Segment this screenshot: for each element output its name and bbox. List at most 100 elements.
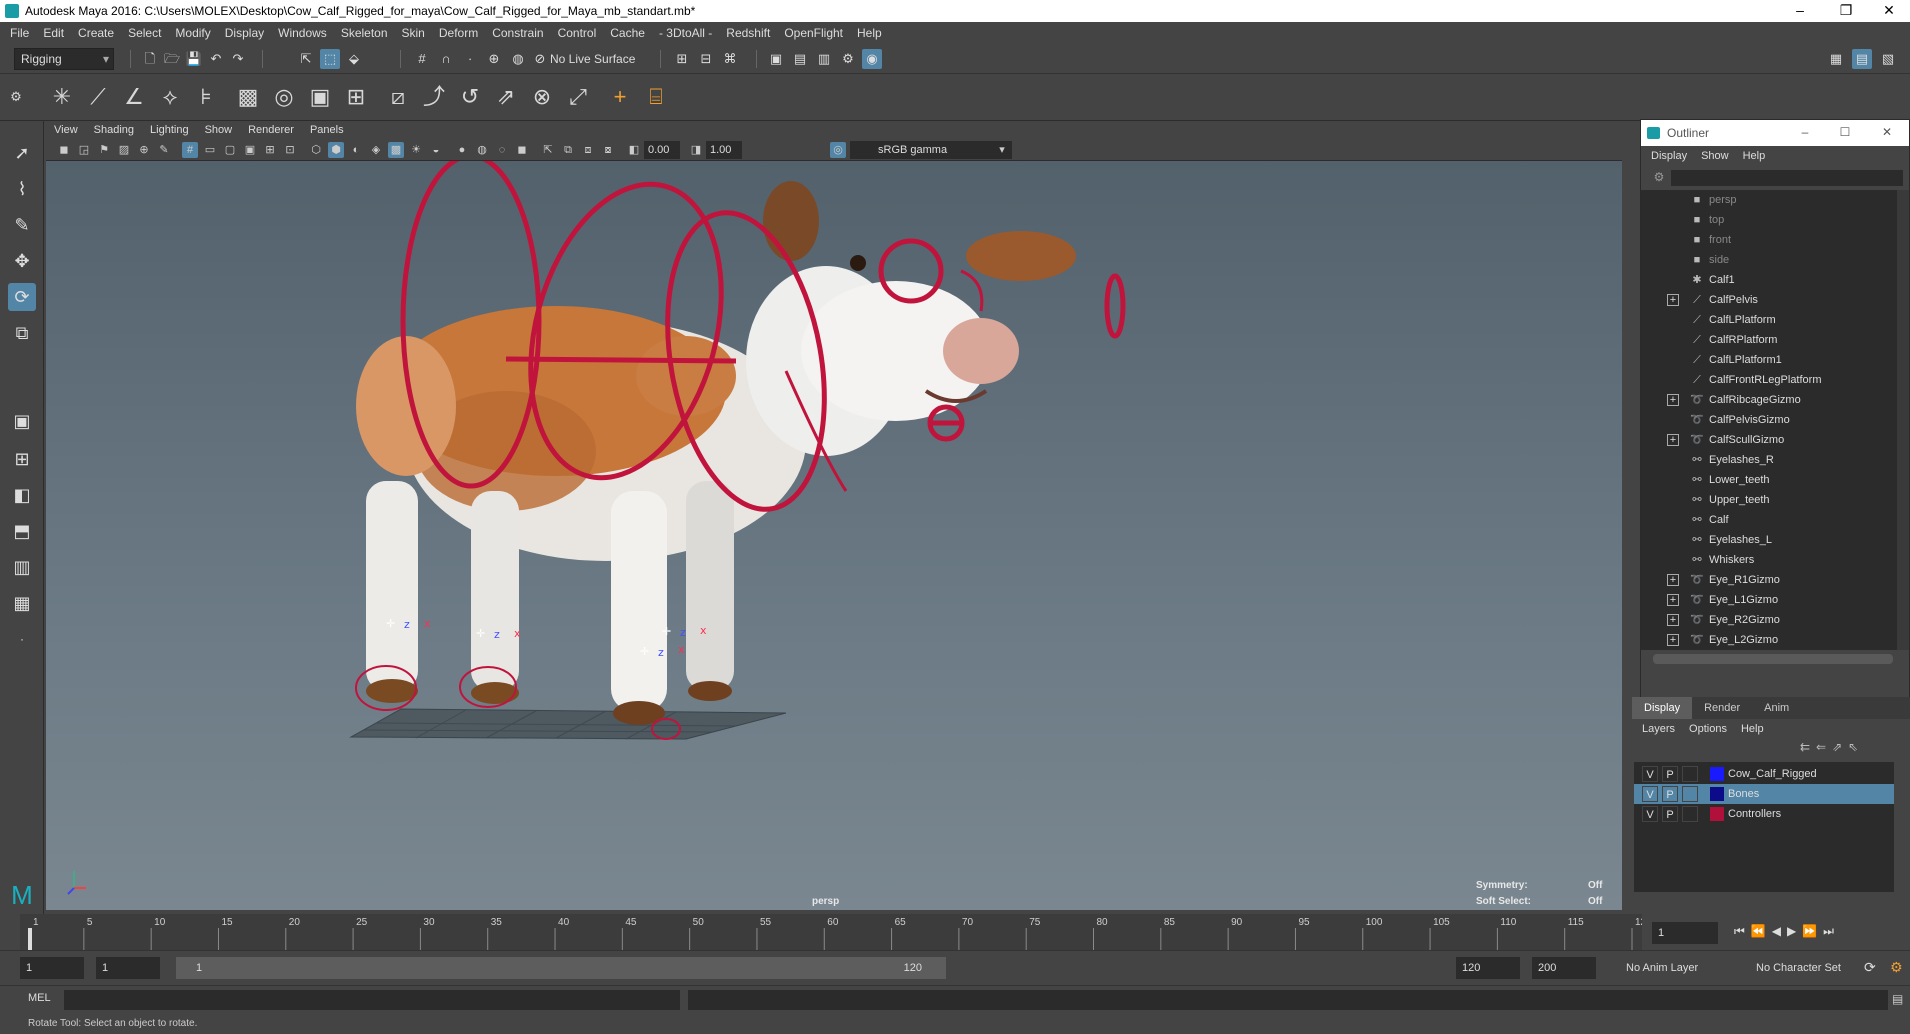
menu-create[interactable]: Create xyxy=(78,26,114,40)
2d-pan-zoom-icon[interactable]: ⊕ xyxy=(136,142,152,158)
menu-cache[interactable]: Cache xyxy=(610,26,645,40)
outliner-horizontal-scrollbar[interactable] xyxy=(1653,654,1893,664)
anti-aliasing-icon[interactable]: ◌ xyxy=(494,142,510,158)
animation-start-field[interactable]: 1 xyxy=(20,957,84,979)
dropdown-arrow-icon[interactable]: ▾ xyxy=(994,142,1010,158)
color-management-icon[interactable]: ◎ xyxy=(830,142,846,158)
outliner-item[interactable]: ⟋ CalfLPlatform xyxy=(1641,310,1897,330)
layer-display-type-toggle[interactable] xyxy=(1682,806,1698,822)
outliner-item[interactable]: ■ persp xyxy=(1641,190,1897,210)
live-surface-field[interactable]: No Live Surface xyxy=(550,49,646,69)
layer-row[interactable]: V P Cow_Calf_Rigged xyxy=(1634,764,1894,784)
ik-handle-icon[interactable]: ∠ xyxy=(118,81,150,113)
range-slider[interactable]: 1 120 xyxy=(176,957,946,979)
exposure-field[interactable]: 0.00 xyxy=(644,141,680,159)
playback-end-field[interactable]: 120 xyxy=(1456,957,1520,979)
menu-constrain[interactable]: Constrain xyxy=(492,26,543,40)
grid-toggle-icon[interactable]: # xyxy=(182,142,198,158)
gamma-icon[interactable]: ◨ xyxy=(688,142,704,158)
single-perspective-layout-icon[interactable]: ▣ xyxy=(8,407,36,435)
smooth-shade-icon[interactable]: ⬢ xyxy=(328,142,344,158)
image-plane-icon[interactable]: ▨ xyxy=(116,142,132,158)
layer-action-icons[interactable]: ⇇⇐⇗⇖ xyxy=(1800,740,1900,758)
bookmark-icon[interactable]: ⚑ xyxy=(96,142,112,158)
persp-graph-layout-icon[interactable]: ⬒ xyxy=(8,517,36,545)
layer-display-type-toggle[interactable] xyxy=(1682,786,1698,802)
gamma-field[interactable]: 1.00 xyxy=(706,141,742,159)
hypershade-icon[interactable]: ◉ xyxy=(862,49,882,69)
minimize-button[interactable]: – xyxy=(1777,0,1823,22)
layer-color-swatch[interactable] xyxy=(1710,787,1724,801)
outliner-item[interactable]: ■ top xyxy=(1641,210,1897,230)
new-scene-icon[interactable]: 🗋 xyxy=(140,49,160,69)
default-material-icon[interactable]: ◐ xyxy=(348,142,364,158)
filter-icon[interactable]: ⚙ xyxy=(1651,170,1667,186)
paint-weights-icon[interactable]: ⧄ xyxy=(382,81,414,113)
layer-menu-help[interactable]: Help xyxy=(1741,723,1764,735)
save-scene-icon[interactable]: 💾 xyxy=(184,49,204,69)
history-toggle-icon[interactable]: ⌘ xyxy=(720,49,740,69)
make-live-icon[interactable]: ⊘ xyxy=(530,49,550,69)
animation-end-field[interactable]: 200 xyxy=(1532,957,1596,979)
menu-windows[interactable]: Windows xyxy=(278,26,327,40)
sculpt-deformer-icon[interactable]: ⊞ xyxy=(340,81,372,113)
xray-icon[interactable]: ⧉ xyxy=(560,142,576,158)
exposure-icon[interactable]: ◧ xyxy=(626,142,642,158)
persp-outliner-layout-icon[interactable]: ▥ xyxy=(8,553,36,581)
camera-attributes-icon[interactable]: ◲ xyxy=(76,142,92,158)
panel-menu-lighting[interactable]: Lighting xyxy=(150,124,189,136)
mel-label[interactable]: MEL xyxy=(28,992,51,1004)
menu-openflight[interactable]: OpenFlight xyxy=(784,26,843,40)
scale-tool-icon[interactable]: ⧉ xyxy=(8,319,36,347)
workspace-icon[interactable]: ▦ xyxy=(1826,49,1846,69)
four-view-layout-icon[interactable]: ⊞ xyxy=(8,445,36,473)
view-transform-dropdown[interactable]: sRGB gamma xyxy=(850,141,1012,159)
script-editor-icon[interactable]: ▤ xyxy=(1892,992,1903,1006)
layer-color-swatch[interactable] xyxy=(1710,767,1724,781)
outliner-vertical-scrollbar[interactable] xyxy=(1897,190,1909,650)
menu-deform[interactable]: Deform xyxy=(439,26,478,40)
layer-visibility-toggle[interactable]: V xyxy=(1642,766,1658,782)
bind-skin-icon[interactable]: ⊧ xyxy=(190,81,222,113)
hypershade-layout-icon[interactable]: ▦ xyxy=(8,589,36,617)
auto-key-icon[interactable]: ⟳ xyxy=(1864,959,1876,976)
ik-spline-icon[interactable]: ⟡ xyxy=(154,81,186,113)
outliner-item[interactable]: ⟋ CalfFrontRLegPlatform xyxy=(1641,370,1897,390)
outliner-item[interactable]: ■ side xyxy=(1641,250,1897,270)
menu-skeleton[interactable]: Skeleton xyxy=(341,26,388,40)
shadows-icon[interactable]: ◒ xyxy=(428,142,444,158)
outliner-item[interactable]: + ➰ Eye_R1Gizmo xyxy=(1641,570,1897,590)
current-time-marker[interactable] xyxy=(28,928,32,950)
menu-set-dropdown[interactable]: Rigging xyxy=(14,48,114,70)
menu-display[interactable]: Display xyxy=(225,26,264,40)
outliner-item[interactable]: ⟋ CalfLPlatform1 xyxy=(1641,350,1897,370)
outliner-item[interactable]: ⚯ Whiskers xyxy=(1641,550,1897,570)
menu-3dtoall[interactable]: - 3DtoAll - xyxy=(659,26,712,40)
open-scene-icon[interactable]: 🗁 xyxy=(162,49,182,69)
panel-menu-view[interactable]: View xyxy=(54,124,78,136)
wrap-icon[interactable]: ▣ xyxy=(304,81,336,113)
menu-redshift[interactable]: Redshift xyxy=(726,26,770,40)
panel-menu-shading[interactable]: Shading xyxy=(94,124,134,136)
snap-surface-icon[interactable]: ◍ xyxy=(508,49,528,69)
cluster-icon[interactable]: ◎ xyxy=(268,81,300,113)
outliner-item[interactable]: ➰ CalfPelvisGizmo xyxy=(1641,410,1897,430)
expand-icon[interactable]: + xyxy=(1667,434,1679,446)
layer-color-swatch[interactable] xyxy=(1710,807,1724,821)
input-ops-icon[interactable]: ⊞ xyxy=(672,49,692,69)
layer-visibility-toggle[interactable]: V xyxy=(1642,786,1658,802)
attribute-editor-toggle-icon[interactable]: ▧ xyxy=(1878,49,1898,69)
panel-menu-panels[interactable]: Panels xyxy=(310,124,344,136)
wireframe-icon[interactable]: ⬡ xyxy=(308,142,324,158)
select-by-object-icon[interactable]: ⬚ xyxy=(320,49,340,69)
undo-icon[interactable]: ↶ xyxy=(206,49,226,69)
outliner-item[interactable]: ■ front xyxy=(1641,230,1897,250)
tab-display[interactable]: Display xyxy=(1632,697,1693,719)
outliner-item[interactable]: + ➰ Eye_L2Gizmo xyxy=(1641,630,1897,650)
outliner-item[interactable]: ✱ Calf1 xyxy=(1641,270,1897,290)
menu-select[interactable]: Select xyxy=(128,26,161,40)
render-settings-icon[interactable]: ⚙ xyxy=(838,49,858,69)
layer-menu-options[interactable]: Options xyxy=(1689,723,1727,735)
animation-prefs-icon[interactable]: ⚙ xyxy=(1890,959,1903,976)
character-set-dropdown[interactable]: No Character Set xyxy=(1750,957,1870,979)
